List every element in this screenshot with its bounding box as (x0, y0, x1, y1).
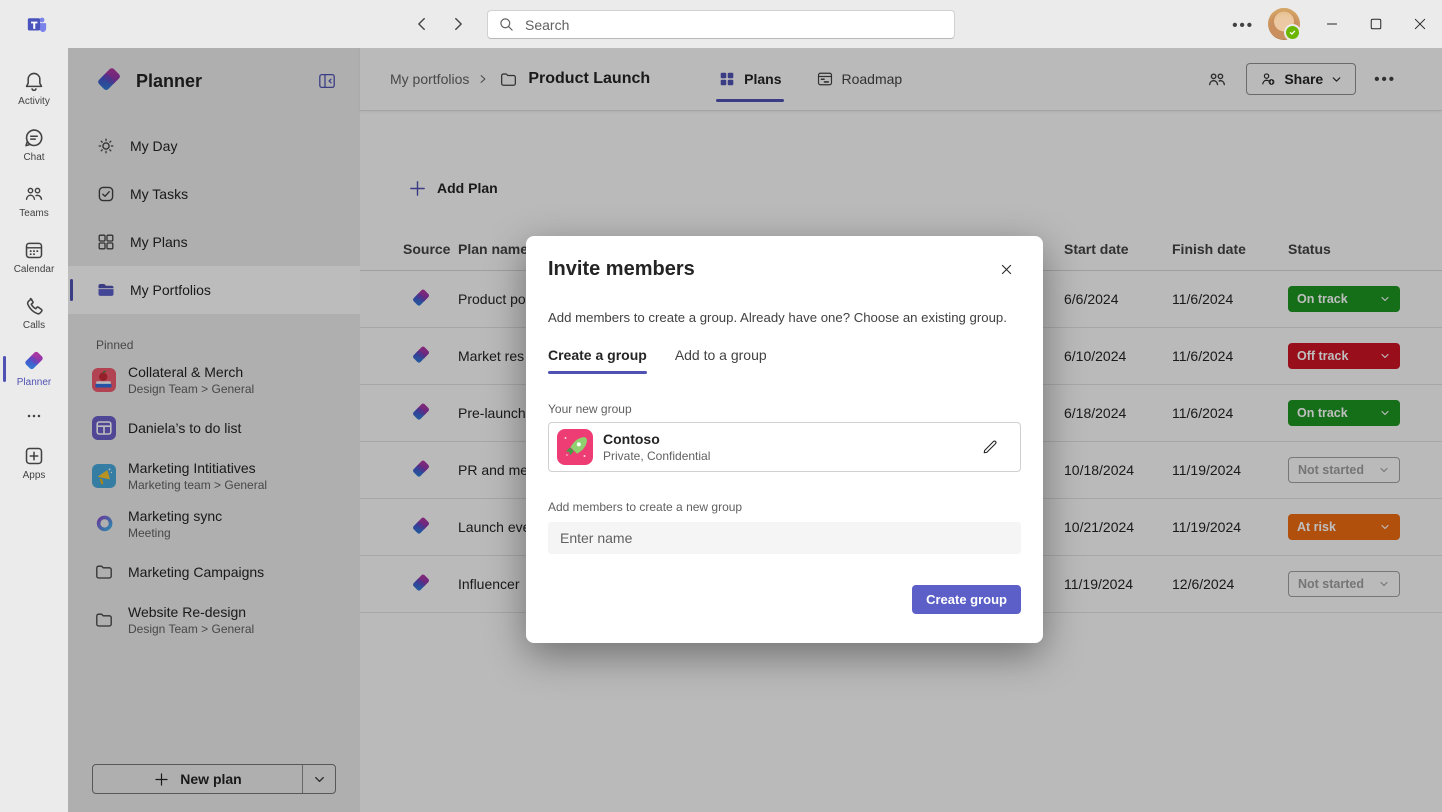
phone-icon (23, 295, 45, 317)
group-privacy: Private, Confidential (603, 449, 710, 463)
minimize-button[interactable] (1310, 0, 1354, 48)
edit-pencil-icon[interactable] (976, 433, 1004, 461)
back-button[interactable] (410, 12, 434, 36)
tab-add-to-a-group[interactable]: Add to a group (675, 347, 767, 374)
ellipsis-icon (25, 407, 43, 425)
search-icon (498, 16, 515, 33)
chat-icon (23, 127, 45, 149)
apps-icon (23, 445, 45, 467)
close-icon[interactable] (991, 254, 1021, 284)
rail-item-teams[interactable]: Teams (0, 174, 68, 228)
create-group-button[interactable]: Create group (912, 585, 1021, 614)
presence-available-icon (1284, 24, 1301, 41)
rail-item-planner[interactable]: Planner (0, 342, 68, 396)
rocket-icon (557, 429, 593, 465)
rail-item-activity[interactable]: Activity (0, 62, 68, 116)
title-bar: ••• (0, 0, 1442, 48)
rail-item-calendar[interactable]: Calendar (0, 230, 68, 284)
teams-people-icon (23, 183, 45, 205)
dialog-title: Invite members (548, 258, 695, 281)
invite-members-dialog: Invite members Add members to create a g… (526, 236, 1043, 643)
teams-logo-icon (26, 14, 48, 36)
dialog-description: Add members to create a group. Already h… (548, 310, 1021, 325)
your-new-group-label: Your new group (548, 402, 1021, 416)
teams-window: ••• Activity Chat Teams Calendar Calls (0, 0, 1442, 812)
app-rail: Activity Chat Teams Calendar Calls Plann… (0, 48, 68, 812)
rail-item-apps[interactable]: Apps (0, 436, 68, 490)
add-members-label: Add members to create a new group (548, 500, 1021, 514)
search-box[interactable] (487, 10, 955, 39)
rail-item-chat[interactable]: Chat (0, 118, 68, 172)
group-card: Contoso Private, Confidential (548, 422, 1021, 472)
group-name: Contoso (603, 431, 710, 447)
maximize-button[interactable] (1354, 0, 1398, 48)
calendar-icon (23, 239, 45, 261)
forward-button[interactable] (446, 12, 470, 36)
bell-icon (23, 71, 45, 93)
rail-more-apps-button[interactable] (0, 398, 68, 434)
tab-create-a-group[interactable]: Create a group (548, 347, 647, 374)
search-input[interactable] (523, 16, 944, 34)
dialog-tabs: Create a group Add to a group (548, 347, 1021, 374)
close-window-button[interactable] (1398, 0, 1442, 48)
avatar[interactable] (1268, 8, 1300, 40)
member-name-input[interactable] (548, 522, 1021, 554)
planner-icon (22, 350, 46, 374)
rail-item-calls[interactable]: Calls (0, 286, 68, 340)
titlebar-more-button[interactable]: ••• (1232, 17, 1254, 34)
